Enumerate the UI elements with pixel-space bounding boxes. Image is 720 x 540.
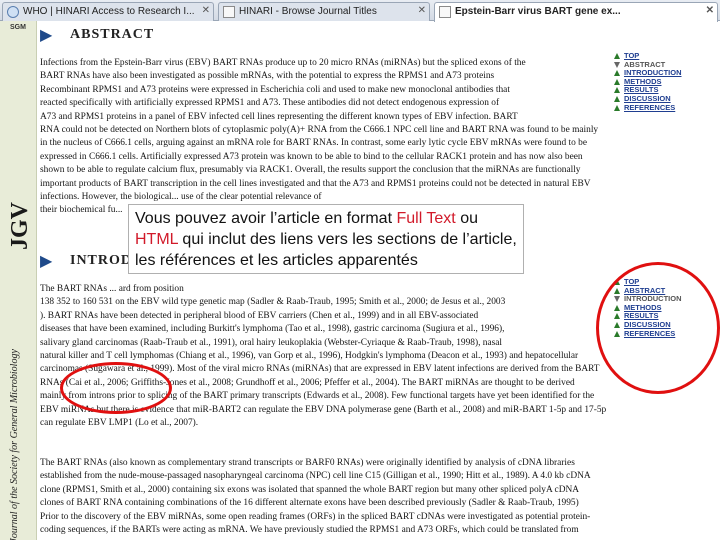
up-arrow-icon <box>614 53 620 59</box>
text-line: expressed in C666.1 cells. Artificially … <box>40 151 583 162</box>
text-line: BART RNAs have also been investigated as… <box>40 71 495 82</box>
globe-icon <box>7 6 19 18</box>
page-icon <box>439 6 451 18</box>
text-line: in the nucleus of C666.1 cells, arguing … <box>40 138 587 149</box>
annotation-callout: Vous pouvez avoir l’article en format Fu… <box>128 204 524 274</box>
journal-spine: SGM JGV A Journal of the Society for Gen… <box>0 21 37 540</box>
body-text-bart: The BART RNAs (also known as complementa… <box>40 457 712 537</box>
journal-title: JGV <box>7 202 33 250</box>
text-line: The BART RNAs ... ard from position <box>40 284 184 294</box>
text-line: shown to be able to regulate calcium flu… <box>40 165 581 176</box>
text-line: diseases that have been examined, includ… <box>40 324 505 335</box>
down-arrow-icon <box>614 78 620 85</box>
text-line: RNA could not be detected on Northern bl… <box>40 125 599 135</box>
callout-html: HTML <box>135 231 178 248</box>
tab-hinari-who[interactable]: WHO | HINARI Access to Research I... ✕ <box>2 2 214 21</box>
text-line: can regulate EBV LMP1 (Lo et al., 2007). <box>40 418 199 429</box>
text-line: Infections from the Epstein-Barr virus (… <box>40 58 526 68</box>
journal-logo: SGM <box>4 24 32 46</box>
highlight-ellipse-nav <box>596 262 720 394</box>
down-arrow-icon <box>614 95 620 102</box>
down-arrow-icon <box>614 70 620 77</box>
arrow-icon: ▶ <box>40 27 53 44</box>
text-line: clone (RPMS1, Smith et al., 2000) contai… <box>40 484 580 495</box>
text-line: Recombinant RPMS1 and A73 proteins were … <box>40 84 510 95</box>
text-line: clones of BART RNA containing combinatio… <box>40 498 579 509</box>
abstract-heading: ▶ ABSTRACT <box>40 27 155 44</box>
down-arrow-icon <box>614 61 620 68</box>
text-line: ). BART RNAs have been detected in perip… <box>40 310 479 321</box>
section-nav-abstract: TOP ABSTRACT INTRODUCTION METHODS RESULT… <box>612 51 710 113</box>
tab-epstein-barr[interactable]: Epstein-Barr virus BART gene ex... ✕ <box>434 2 718 22</box>
nav-link-references[interactable]: REFERENCES <box>612 103 710 113</box>
close-icon[interactable]: ✕ <box>418 5 426 16</box>
text-line: A73 and RPMS1 proteins in a panel of EBV… <box>40 111 518 122</box>
text-line: important products of BART transcription… <box>40 178 591 189</box>
arrow-icon: ▶ <box>40 253 53 270</box>
close-icon[interactable]: ✕ <box>202 5 210 16</box>
text-line: Prior to the discovery of the EBV miRNAs… <box>40 511 591 522</box>
callout-full-text: Full Text <box>396 210 456 227</box>
text-line: infections. However, the biological... u… <box>40 192 322 203</box>
text-line: The BART RNAs (also known as complementa… <box>40 458 575 468</box>
tab-label: Epstein-Barr virus BART gene ex... <box>455 6 621 17</box>
down-arrow-icon <box>614 87 620 94</box>
callout-text: Vous pouvez avoir l’article en format <box>135 210 397 227</box>
journal-caption: A Journal of the Society for General Mic… <box>9 349 20 540</box>
page-icon <box>223 6 235 18</box>
abstract-text: Infections from the Epstein-Barr virus (… <box>40 57 610 124</box>
text-line: reacted specifically with artificially e… <box>40 98 500 109</box>
callout-text: ou <box>455 210 478 227</box>
tab-label: HINARI - Browse Journal Titles <box>239 6 377 17</box>
down-arrow-icon <box>614 104 620 111</box>
text-line: coding sequences, if the BARTs were acti… <box>40 525 579 536</box>
tab-hinari-browse[interactable]: HINARI - Browse Journal Titles ✕ <box>218 2 430 21</box>
text-line: 138 352 to 160 531 on the EBV wild type … <box>40 297 506 308</box>
close-icon[interactable]: ✕ <box>706 5 714 16</box>
callout-text: qui inclut des liens vers les sections d… <box>135 231 517 269</box>
logo-text: SGM <box>10 24 26 31</box>
highlight-ellipse-references <box>60 362 172 414</box>
text-line: salivary gland carcinomas (Raab-Traub et… <box>40 337 503 348</box>
text-line: established from the nude-mouse-passaged… <box>40 471 591 482</box>
tab-label: WHO | HINARI Access to Research I... <box>23 6 195 17</box>
browser-tab-bar: WHO | HINARI Access to Research I... ✕ H… <box>0 0 720 22</box>
